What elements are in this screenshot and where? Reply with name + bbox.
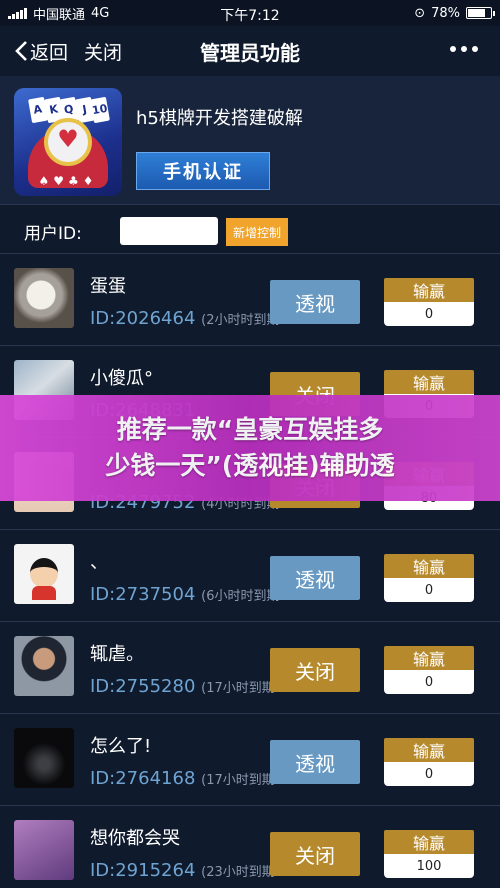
user-name: 辄虐。 [90,644,144,665]
avatar [14,544,74,604]
nav-bar: 返回 关闭 管理员功能 [0,26,500,76]
battery-fill [468,9,486,17]
app-name: h5棋牌开发搭建破解 [136,108,303,129]
close-button[interactable]: 关闭 [84,38,122,65]
user-list: 蛋蛋ID:2026464 (2小时时到期透视输赢0小傻瓜°ID:2648831 … [0,254,500,888]
user-id: ID:2026464 (2小时时到期 [90,308,279,329]
expiry-note: (23小时到期 [201,865,275,880]
logo-suits: ♠♥♣♦ [38,174,98,188]
user-name: 蛋蛋 [90,276,126,297]
win-loss-label: 输赢 [384,738,474,762]
user-name: 想你都会哭 [90,828,180,849]
more-menu-icon[interactable] [450,46,478,52]
win-loss-label: 输赢 [384,830,474,854]
user-id-value: ID:2915264 [90,860,196,881]
app-logo: A K Q J 10 ♥ ♠♥♣♦ [14,88,122,196]
add-control-button[interactable]: 新增控制 [226,218,288,246]
win-loss-value[interactable]: 100 [384,854,474,878]
see-through-button[interactable]: 透视 [270,740,360,784]
clock: 下午7:12 [220,8,280,24]
user-row: 辄虐。 ID:2755280 (17小时到期 关闭 输赢 0 [0,622,500,714]
back-label: 返回 [30,41,69,64]
user-name: 小傻瓜° [90,368,153,389]
avatar [14,636,74,696]
user-id: ID:2737504 (6小时时到期 [90,584,279,605]
user-name: 怎么了! [90,736,152,757]
user-row: 想你都会哭 ID:2915264 (23小时到期 关闭 输赢 100 [0,806,500,888]
expiry-note: (17小时到期 [201,773,275,788]
banner-line-1: 推荐一款“皇豪互娱挂多 [116,415,384,444]
see-through-button[interactable]: 透视 [270,280,360,324]
close-control-button[interactable]: 关闭 [270,648,360,692]
logo-card: 10 [90,96,110,124]
back-button[interactable]: 返回 [14,38,68,65]
uid-label: 用户ID: [24,224,82,244]
chevron-left-icon [15,41,27,61]
win-loss-label: 输赢 [384,554,474,578]
user-id: ID:2764168 (17小时到期 [90,768,275,789]
user-id: ID:2755280 (17小时到期 [90,676,275,697]
win-loss-value[interactable]: 0 [384,762,474,786]
close-control-button[interactable]: 关闭 [270,832,360,876]
user-id-value: ID:2026464 [90,308,196,329]
status-bar: 中国联通 4G 下午7:12 ⊙ 78% [0,0,500,26]
user-row: 蛋蛋 ID:2026464 (2小时时到期 透视 输赢 0 [0,254,500,346]
uid-filter-row: 用户ID: 新增控制 [0,204,500,254]
heart-icon: ♥ [57,125,79,153]
user-id-value: ID:2737504 [90,584,196,605]
user-row: 怎么了! ID:2764168 (17小时到期 透视 输赢 0 [0,714,500,806]
uid-input[interactable] [120,217,218,245]
expiry-note: (2小时时到期 [201,313,280,328]
expiry-note: (17小时到期 [201,681,275,696]
win-loss-label: 输赢 [384,278,474,302]
avatar [14,820,74,880]
user-name: 、 [90,552,108,573]
user-row: 、 ID:2737504 (6小时时到期 透视 输赢 0 [0,530,500,622]
battery-icon [466,7,495,19]
win-loss-label: 输赢 [384,646,474,670]
win-loss-value[interactable]: 0 [384,670,474,694]
phone-verify-button[interactable]: 手机认证 [136,152,270,190]
promo-banner[interactable]: 推荐一款“皇豪互娱挂多 少钱一天”(透视挂)辅助透 [0,395,500,501]
user-id-value: ID:2755280 [90,676,196,697]
win-loss-value[interactable]: 0 [384,578,474,602]
win-loss-label: 输赢 [384,370,474,394]
user-id: ID:2915264 (23小时到期 [90,860,275,881]
avatar [14,728,74,788]
page-title: 管理员功能 [200,40,300,65]
avatar [14,268,74,328]
see-through-button[interactable]: 透视 [270,556,360,600]
user-id-value: ID:2764168 [90,768,196,789]
win-loss-value[interactable]: 0 [384,302,474,326]
banner-line-2: 少钱一天”(透视挂)辅助透 [105,451,395,480]
expiry-note: (6小时时到期 [201,589,280,604]
